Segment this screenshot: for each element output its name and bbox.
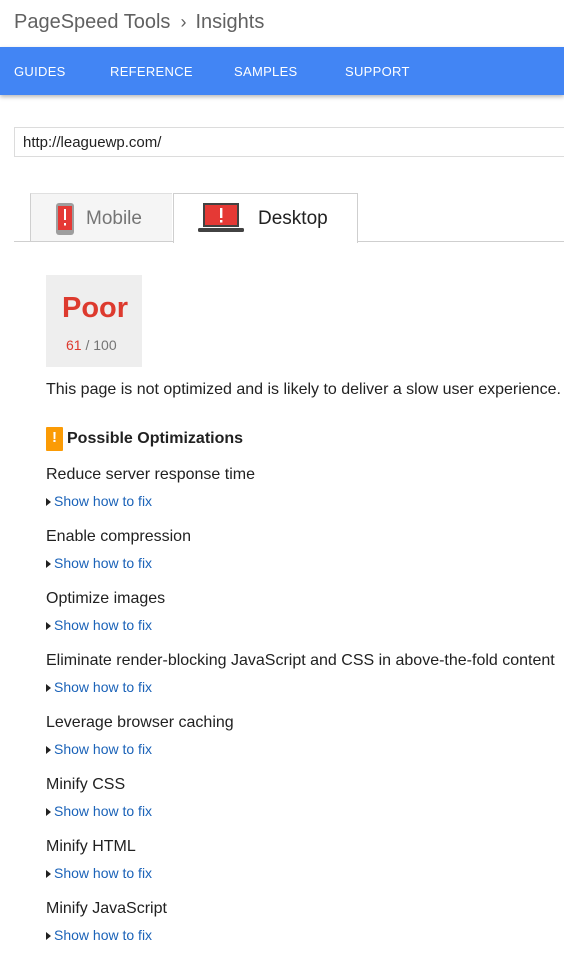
show-how-to-fix-link[interactable]: Show how to fix	[46, 927, 152, 943]
triangle-right-icon	[46, 932, 51, 940]
nav-guides[interactable]: GUIDES	[14, 64, 66, 79]
tab-desktop-label: Desktop	[258, 208, 328, 229]
nav-bar: GUIDES REFERENCE SAMPLES SUPPORT	[0, 47, 564, 95]
triangle-right-icon	[46, 870, 51, 878]
show-how-to-fix-label: Show how to fix	[54, 617, 153, 633]
show-how-to-fix-link[interactable]: Show how to fix	[46, 493, 152, 509]
rule-name: Eliminate render-blocking JavaScript and…	[46, 652, 555, 669]
mobile-phone-warning-icon	[56, 203, 74, 235]
tab-mobile[interactable]: Mobile	[30, 193, 172, 241]
score-number: 61	[66, 337, 82, 353]
score-max: / 100	[85, 337, 117, 353]
laptop-warning-icon	[198, 203, 244, 232]
top-bar: PageSpeed Tools › Insights	[0, 0, 564, 47]
triangle-right-icon	[46, 746, 51, 754]
rule-name: Enable compression	[46, 528, 191, 545]
show-how-to-fix-label: Show how to fix	[54, 803, 153, 819]
show-how-to-fix-link[interactable]: Show how to fix	[46, 617, 152, 633]
show-how-to-fix-label: Show how to fix	[54, 927, 153, 943]
device-tabs: Mobile Desktop	[14, 193, 564, 243]
triangle-right-icon	[46, 622, 51, 630]
rule-name: Minify CSS	[46, 776, 126, 793]
score-rating: Poor	[62, 292, 129, 324]
show-how-to-fix-label: Show how to fix	[54, 555, 153, 571]
show-how-to-fix-label: Show how to fix	[54, 493, 153, 509]
triangle-right-icon	[46, 498, 51, 506]
show-how-to-fix-label: Show how to fix	[54, 679, 153, 695]
show-how-to-fix-link[interactable]: Show how to fix	[46, 741, 152, 757]
show-how-to-fix-link[interactable]: Show how to fix	[46, 679, 152, 695]
triangle-right-icon	[46, 560, 51, 568]
rule-name: Optimize images	[46, 590, 166, 607]
triangle-right-icon	[46, 808, 51, 816]
show-how-to-fix-link[interactable]: Show how to fix	[46, 803, 152, 819]
breadcrumb: PageSpeed Tools › Insights	[14, 11, 264, 34]
summary-text: This page is not optimized and is likely…	[46, 381, 564, 398]
triangle-right-icon	[46, 684, 51, 692]
show-how-to-fix-link[interactable]: Show how to fix	[46, 865, 152, 881]
rule-name: Leverage browser caching	[46, 714, 234, 731]
nav-reference[interactable]: REFERENCE	[110, 64, 193, 79]
show-how-to-fix-label: Show how to fix	[54, 741, 153, 757]
url-input[interactable]: http://leaguewp.com/	[14, 127, 564, 157]
chevron-right-icon: ›	[180, 12, 187, 32]
score-badge: Poor 61 / 100	[46, 275, 142, 367]
score-value: 61 / 100	[66, 337, 117, 353]
rule-name: Minify JavaScript	[46, 900, 167, 917]
show-how-to-fix-link[interactable]: Show how to fix	[46, 555, 152, 571]
optimizations-title: Possible Optimizations	[67, 430, 244, 447]
warning-icon: !	[46, 427, 63, 451]
nav-samples[interactable]: SAMPLES	[234, 64, 298, 79]
show-how-to-fix-label: Show how to fix	[54, 865, 153, 881]
rule-name: Reduce server response time	[46, 466, 255, 483]
breadcrumb-product[interactable]: PageSpeed Tools	[14, 11, 170, 33]
breadcrumb-page[interactable]: Insights	[195, 11, 264, 33]
nav-support[interactable]: SUPPORT	[345, 64, 410, 79]
tab-desktop[interactable]: Desktop	[173, 193, 358, 243]
tab-mobile-label: Mobile	[86, 208, 142, 229]
rule-name: Minify HTML	[46, 838, 136, 855]
